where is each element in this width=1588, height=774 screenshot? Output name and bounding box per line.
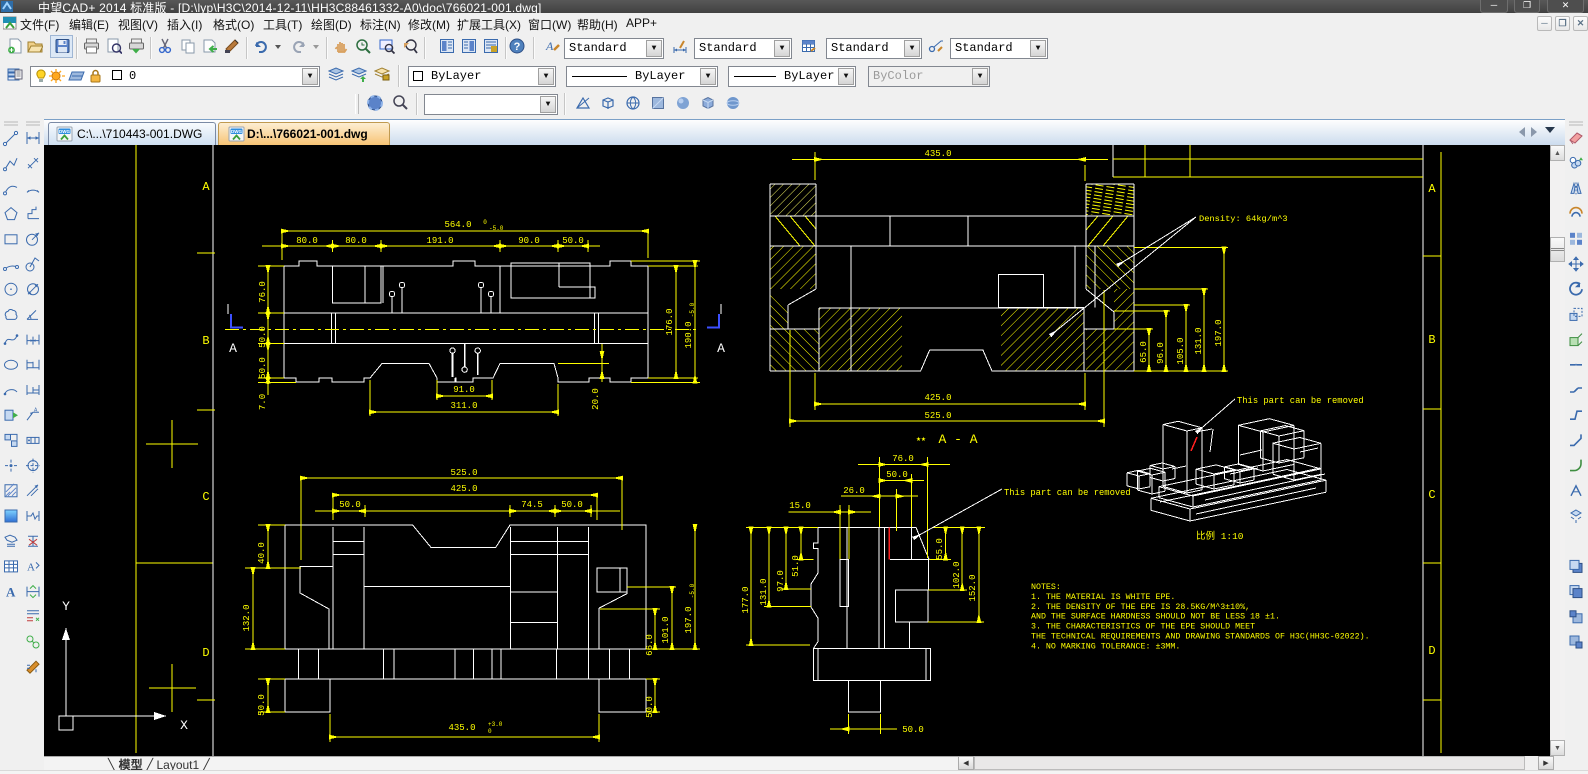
svg-text:D: D (1428, 644, 1435, 658)
svg-text:190.0: 190.0 (684, 321, 694, 348)
svg-text:177.0: 177.0 (741, 586, 751, 613)
svg-text:20.0: 20.0 (591, 388, 601, 410)
svg-text:105.0: 105.0 (1176, 337, 1186, 364)
svg-text:-5.0: -5.0 (489, 225, 504, 232)
svg-text:★★: ★★ (916, 435, 926, 444)
svg-text:0: 0 (483, 219, 487, 226)
svg-text:425.0: 425.0 (924, 393, 951, 403)
svg-text:?: ? (514, 41, 521, 53)
svg-text:15.0: 15.0 (789, 501, 811, 511)
svg-text:435.0: 435.0 (448, 723, 475, 733)
svg-text:2. THE DENSITY OF THE EPE IS 2: 2. THE DENSITY OF THE EPE IS 28.5KG/M^3±… (1031, 602, 1250, 612)
svg-text:50.0: 50.0 (258, 357, 268, 379)
svg-text:A: A (202, 180, 210, 194)
svg-text:435.0: 435.0 (924, 149, 951, 159)
svg-text:152.0: 152.0 (968, 574, 978, 601)
svg-text:4. NO MARKING TOLERANCE: ±3MM.: 4. NO MARKING TOLERANCE: ±3MM. (1031, 642, 1180, 651)
svg-text:A: A (545, 39, 554, 53)
svg-text:3. THE CHARACTERISTICS OF THE: 3. THE CHARACTERISTICS OF THE EPE SHOULD… (1031, 623, 1255, 632)
svg-text:A - A: A - A (938, 432, 977, 447)
svg-text:311.0: 311.0 (450, 401, 477, 411)
svg-text:65.0: 65.0 (1139, 341, 1149, 363)
svg-text:91.0: 91.0 (453, 385, 475, 395)
svg-text:DWG: DWG (231, 129, 242, 134)
svg-text:A: A (6, 585, 16, 600)
svg-text:7.0: 7.0 (258, 394, 268, 410)
svg-text:197.0: 197.0 (1214, 319, 1224, 346)
svg-text:This part can be removed: This part can be removed (1004, 488, 1131, 498)
svg-text:C: C (1428, 488, 1435, 502)
svg-text:525.0: 525.0 (450, 468, 477, 478)
svg-text:132.0: 132.0 (242, 604, 252, 631)
svg-text:Density: 64kg/m^3: Density: 64kg/m^3 (1199, 214, 1288, 224)
svg-text:-5.0: -5.0 (689, 583, 696, 598)
svg-text:A: A (27, 561, 35, 573)
svg-text:-5.0: -5.0 (689, 302, 696, 317)
svg-text:A: A (1428, 182, 1436, 196)
svg-text:90.0: 90.0 (518, 236, 540, 246)
svg-text:B: B (202, 334, 209, 348)
svg-text:DWG: DWG (59, 129, 70, 134)
svg-text:NOTES:: NOTES: (1031, 583, 1061, 592)
svg-text:A: A (717, 341, 725, 356)
svg-text:76.0: 76.0 (258, 281, 268, 303)
svg-text:1. THE MATERIAL IS WHITE EPE.: 1. THE MATERIAL IS WHITE EPE. (1031, 593, 1175, 602)
svg-text:131.0: 131.0 (759, 578, 769, 605)
svg-text:This part can be removed: This part can be removed (1237, 396, 1364, 406)
svg-text:比例 1:10: 比例 1:10 (1196, 530, 1244, 542)
svg-text:564.0: 564.0 (444, 220, 471, 230)
svg-text:D: D (202, 646, 209, 660)
svg-text:101.0: 101.0 (661, 616, 671, 643)
svg-text:525.0: 525.0 (924, 411, 951, 421)
svg-text:425.0: 425.0 (450, 484, 477, 494)
svg-text:191.0: 191.0 (426, 236, 453, 246)
svg-text:197.0: 197.0 (684, 606, 694, 633)
svg-text:131.0: 131.0 (1194, 327, 1204, 354)
svg-text:A: A (34, 408, 38, 414)
svg-text:55.0: 55.0 (935, 538, 945, 560)
svg-text:B: B (1428, 333, 1435, 347)
svg-text:50.0: 50.0 (886, 470, 908, 480)
svg-text:+3.0: +3.0 (488, 721, 503, 728)
svg-text:50.0: 50.0 (561, 500, 583, 510)
svg-text:C: C (202, 490, 209, 504)
svg-text:80.0: 80.0 (296, 236, 318, 246)
svg-text:50.0: 50.0 (339, 500, 361, 510)
svg-text:50.0: 50.0 (645, 696, 655, 718)
svg-text:AND THE SURFACE HARDNESS SHOUL: AND THE SURFACE HARDNESS SHOULD NOT BE L… (1031, 613, 1280, 622)
svg-text:176.0: 176.0 (665, 308, 675, 335)
svg-text:102.0: 102.0 (952, 561, 962, 588)
svg-text:66.0: 66.0 (645, 634, 655, 656)
svg-text:80.0: 80.0 (345, 236, 367, 246)
svg-text:THE TECHNICAL REQUIREMENTS AND: THE TECHNICAL REQUIREMENTS AND DRAWING S… (1031, 632, 1370, 642)
svg-text:96.0: 96.0 (1156, 342, 1166, 364)
svg-text:74.5: 74.5 (521, 500, 543, 510)
svg-text:40.0: 40.0 (257, 542, 267, 564)
svg-text:50.0: 50.0 (257, 694, 267, 716)
svg-text:Y: Y (62, 599, 70, 614)
svg-text:A: A (229, 341, 237, 356)
svg-text:50.0: 50.0 (562, 236, 584, 246)
svg-text:97.0: 97.0 (776, 570, 786, 592)
svg-text:X: X (180, 718, 188, 733)
svg-text:50.0: 50.0 (902, 725, 924, 735)
svg-text:76.0: 76.0 (892, 454, 914, 464)
svg-text:26.0: 26.0 (843, 486, 865, 496)
svg-text:51.0: 51.0 (791, 555, 801, 577)
svg-text:0: 0 (488, 728, 492, 735)
